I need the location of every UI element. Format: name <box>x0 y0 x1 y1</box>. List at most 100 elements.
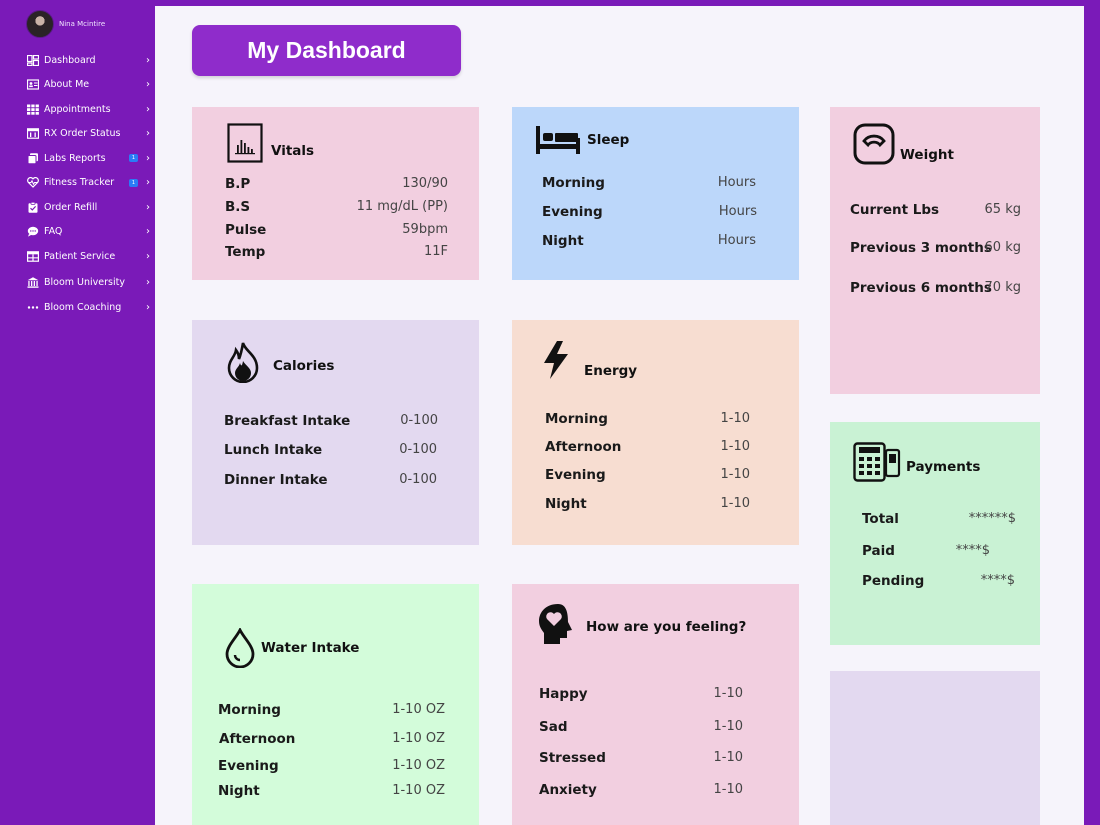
calories-breakfast-value: 0-100 <box>400 413 438 428</box>
sleep-morning-label: Morning <box>542 175 605 191</box>
chevron-right-icon: › <box>146 79 150 91</box>
feeling-sad-value: 1-10 <box>713 719 743 734</box>
sidebar: Nina Mcintire Dashboard › About Me › App… <box>12 0 153 825</box>
payments-paid-value: ****$ <box>955 543 990 558</box>
card-title: Energy <box>584 363 638 379</box>
sidebar-item-label: RX Order Status <box>44 128 121 140</box>
sidebar-item-bloom-coaching[interactable]: Bloom Coaching › <box>26 296 150 321</box>
payments-paid-label: Paid <box>862 543 895 559</box>
chevron-right-icon: › <box>146 302 150 314</box>
sidebar-item-rx-order-status[interactable]: RX Order Status › <box>26 122 150 147</box>
vitals-temp-label: Temp <box>225 244 266 260</box>
sidebar-item-labs-reports[interactable]: Labs Reports 1 › <box>26 146 150 171</box>
feeling-sad-label: Sad <box>539 719 568 735</box>
calories-lunch-value: 0-100 <box>399 442 437 457</box>
payments-card[interactable]: Payments Total ******$ Paid ****$ Pendin… <box>830 422 1040 645</box>
chevron-right-icon: › <box>146 226 150 238</box>
water-intake-card[interactable]: Water Intake Morning 1-10 OZ Afternoon 1… <box>192 584 479 825</box>
sidebar-item-faq[interactable]: FAQ › <box>26 220 150 245</box>
weight-current-value: 65 kg <box>984 202 1021 217</box>
sleep-night-label: Night <box>542 233 584 249</box>
sidebar-item-label: FAQ <box>44 226 63 238</box>
water-evening-value: 1-10 OZ <box>392 758 445 773</box>
avatar[interactable] <box>26 10 54 38</box>
water-evening-label: Evening <box>218 758 279 774</box>
energy-evening-value: 1-10 <box>720 467 750 482</box>
chevron-right-icon: › <box>146 250 150 262</box>
sidebar-item-appointments[interactable]: Appointments › <box>26 97 150 122</box>
water-night-value: 1-10 OZ <box>392 783 445 798</box>
feeling-card[interactable]: How are you feeling? Happy 1-10 Sad 1-10… <box>512 584 799 825</box>
sidebar-item-fitness-tracker[interactable]: Fitness Tracker 1 › <box>26 171 150 196</box>
university-icon <box>26 276 39 288</box>
vitals-pulse-label: Pulse <box>225 222 267 238</box>
sidebar-item-label: Labs Reports <box>44 152 106 164</box>
sidebar-item-label: Bloom Coaching <box>44 302 122 314</box>
chat-icon <box>26 226 39 237</box>
feeling-anxiety-label: Anxiety <box>539 782 597 798</box>
sidebar-item-label: Dashboard <box>44 54 96 66</box>
sidebar-item-order-refill[interactable]: Order Refill › <box>26 195 150 220</box>
card-title: Weight <box>900 147 954 163</box>
water-morning-value: 1-10 OZ <box>392 702 445 717</box>
id-card-icon <box>26 79 39 90</box>
calories-breakfast-label: Breakfast Intake <box>224 413 351 429</box>
vitals-pulse-value: 59bpm <box>402 222 448 237</box>
sidebar-item-dashboard[interactable]: Dashboard › <box>26 48 150 73</box>
weight-6months-label: Previous 6 months <box>850 280 992 296</box>
energy-afternoon-value: 1-10 <box>720 439 750 454</box>
weight-6months-value: 70 kg <box>984 280 1021 295</box>
bed-icon <box>535 124 581 156</box>
card-title: Water Intake <box>261 640 360 656</box>
sidebar-nav: Dashboard › About Me › Appointments › RX… <box>26 48 150 320</box>
feeling-anxiety-value: 1-10 <box>713 782 743 797</box>
vitals-bp-value: 130/90 <box>402 176 448 191</box>
main-content: My Dashboard Vitals B.P 130/90 B.S 11 mg… <box>155 6 1084 825</box>
chevron-right-icon: › <box>146 103 150 115</box>
sleep-evening-value: Hours <box>718 204 757 219</box>
scale-icon <box>853 123 895 165</box>
chart-frame-icon <box>227 123 263 163</box>
vitals-bs-label: B.S <box>225 199 251 215</box>
sidebar-item-about-me[interactable]: About Me › <box>26 73 150 98</box>
payments-pending-label: Pending <box>862 573 925 589</box>
copy-icon <box>26 153 39 164</box>
feeling-happy-value: 1-10 <box>713 686 743 701</box>
sidebar-item-label: Bloom University <box>44 276 125 288</box>
sidebar-item-label: Patient Service <box>44 250 116 262</box>
sleep-card[interactable]: Sleep Morning Hours Evening Hours Night … <box>512 107 799 280</box>
water-afternoon-value: 1-10 OZ <box>392 731 445 746</box>
sidebar-item-patient-service[interactable]: Patient Service › <box>26 244 150 269</box>
water-afternoon-label: Afternoon <box>219 731 296 747</box>
notification-badge: 1 <box>129 178 138 187</box>
feeling-stressed-label: Stressed <box>539 750 606 766</box>
weight-3months-value: 60 kg <box>984 240 1021 255</box>
weight-card[interactable]: Weight Current Lbs 65 kg Previous 3 mont… <box>830 107 1040 394</box>
card-title: Calories <box>273 358 335 374</box>
sidebar-item-bloom-university[interactable]: Bloom University › <box>26 269 150 296</box>
energy-night-label: Night <box>545 496 587 512</box>
user-name: Nina Mcintire <box>59 20 106 28</box>
vitals-bp-label: B.P <box>225 176 251 192</box>
weight-current-label: Current Lbs <box>850 202 940 218</box>
empty-card <box>830 671 1040 825</box>
card-title: How are you feeling? <box>586 619 747 635</box>
lightning-bolt-icon <box>542 340 570 380</box>
vitals-bs-value: 11 mg/dL (PP) <box>356 199 448 214</box>
notification-badge: 1 <box>129 154 138 163</box>
vitals-card[interactable]: Vitals B.P 130/90 B.S 11 mg/dL (PP) Puls… <box>192 107 479 280</box>
chevron-right-icon: › <box>146 152 150 164</box>
calories-card[interactable]: Calories Breakfast Intake 0-100 Lunch In… <box>192 320 479 545</box>
chevron-right-icon: › <box>146 177 150 189</box>
user-profile[interactable]: Nina Mcintire <box>26 10 105 38</box>
weight-3months-label: Previous 3 months <box>850 240 992 256</box>
sidebar-item-label: Fitness Tracker <box>44 177 115 189</box>
sidebar-item-label: Order Refill <box>44 201 98 213</box>
energy-card[interactable]: Energy Morning 1-10 Afternoon 1-10 Eveni… <box>512 320 799 545</box>
water-night-label: Night <box>218 783 260 799</box>
sidebar-item-label: Appointments <box>44 103 111 115</box>
calories-lunch-label: Lunch Intake <box>224 442 323 458</box>
feeling-stressed-value: 1-10 <box>713 750 743 765</box>
payments-pending-value: ****$ <box>980 573 1015 588</box>
feeling-happy-label: Happy <box>539 686 588 702</box>
